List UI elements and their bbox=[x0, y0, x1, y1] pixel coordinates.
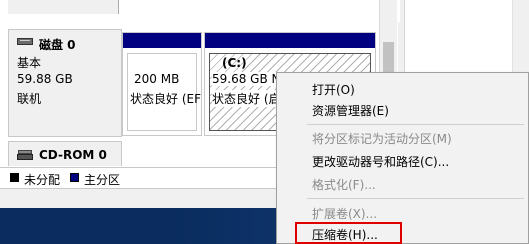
shrink-volume-highlight bbox=[295, 222, 402, 244]
context-menu: 打开(O) 资源管理器(E) 将分区标记为活动分区(M) 更改驱动器号和路径(C… bbox=[276, 72, 529, 244]
primary-partition-bar bbox=[123, 33, 201, 48]
unallocated-swatch bbox=[10, 173, 19, 182]
cdrom-info-panel[interactable]: CD-ROM 0 bbox=[8, 141, 122, 166]
partition-efi-body: 200 MB 状态良好 (EF bbox=[127, 53, 201, 131]
previous-row-info bbox=[8, 0, 119, 14]
partition-efi-size: 200 MB bbox=[134, 72, 180, 86]
menu-item-extend-volume[interactable]: 扩展卷(X)... bbox=[312, 205, 377, 222]
legend-unallocated-label: 未分配 bbox=[24, 173, 61, 187]
disk0-status: 联机 bbox=[17, 92, 42, 106]
primary-partition-swatch bbox=[70, 173, 79, 182]
menu-item-mark-active[interactable]: 将分区标记为活动分区(M) bbox=[312, 130, 452, 147]
disk0-type: 基本 bbox=[17, 56, 42, 70]
primary-partition-bar bbox=[205, 33, 375, 48]
menu-item-open[interactable]: 打开(O) bbox=[312, 81, 355, 98]
partition-efi[interactable]: 200 MB 状态良好 (EF bbox=[122, 32, 202, 136]
hard-disk-icon bbox=[17, 38, 33, 47]
cdrom-name: CD-ROM 0 bbox=[39, 148, 107, 162]
menu-item-format[interactable]: 格式化(F)... bbox=[312, 176, 376, 193]
menu-separator bbox=[307, 124, 524, 125]
disk0-size: 59.88 GB bbox=[17, 72, 73, 86]
legend-primary-label: 主分区 bbox=[84, 173, 121, 187]
partition-c-label: (C:) bbox=[222, 56, 247, 70]
disk0-name: 磁盘 0 bbox=[39, 38, 76, 52]
disk0-info-panel[interactable]: 磁盘 0 基本 59.88 GB 联机 bbox=[8, 29, 122, 137]
cd-drive-icon bbox=[17, 150, 33, 160]
partition-c-size: 59.68 GB N bbox=[212, 72, 281, 86]
partition-c-status: 状态良好 (启 bbox=[212, 90, 281, 107]
menu-item-change-drive-letter[interactable]: 更改驱动器号和路径(C)... bbox=[312, 153, 449, 170]
menu-separator bbox=[307, 198, 524, 199]
menu-item-explorer[interactable]: 资源管理器(E) bbox=[312, 102, 389, 119]
partition-efi-status: 状态良好 (EF bbox=[130, 92, 201, 106]
